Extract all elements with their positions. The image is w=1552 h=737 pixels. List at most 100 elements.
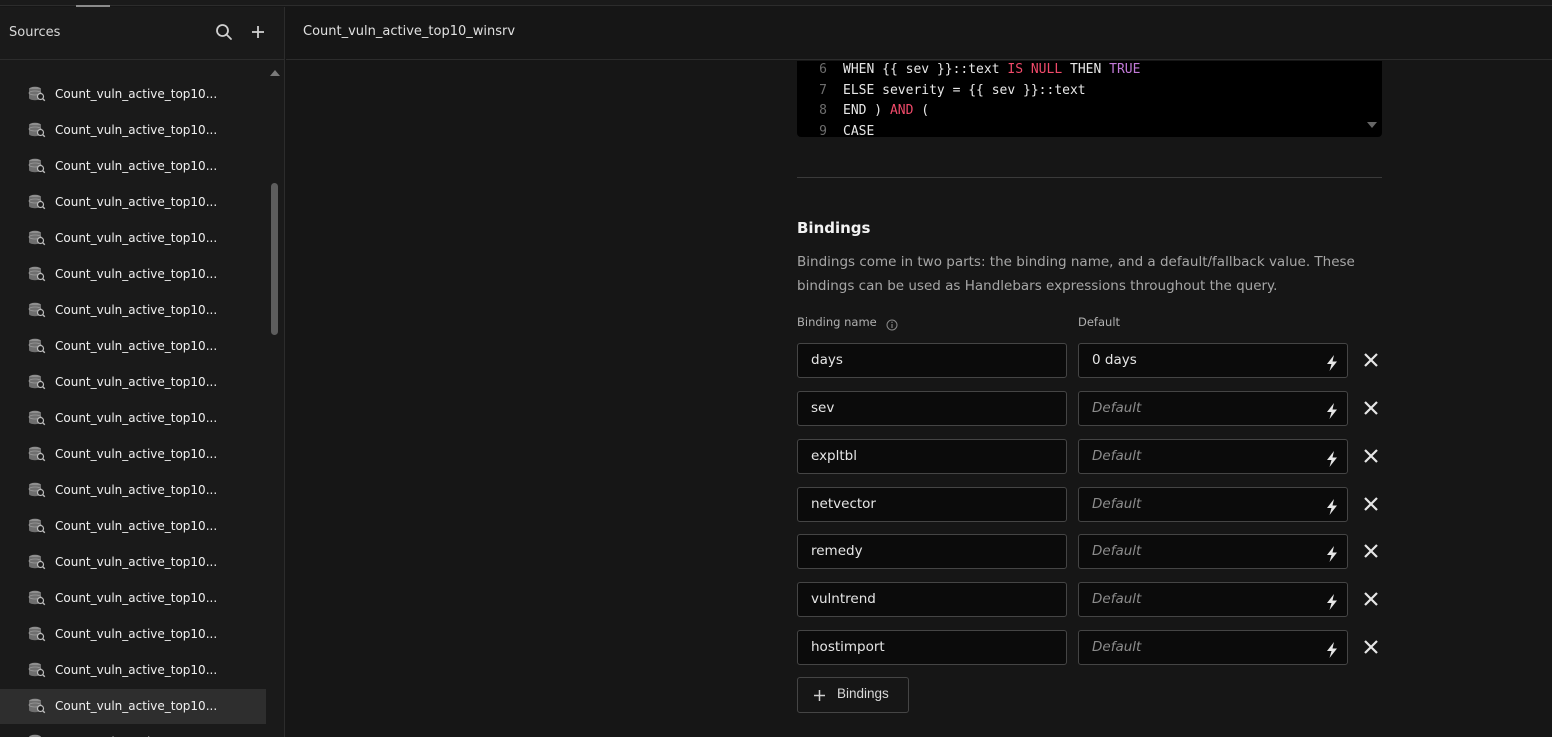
- add-binding-button[interactable]: Bindings: [797, 677, 909, 713]
- lightning-bolt-icon[interactable]: [1325, 496, 1339, 515]
- sidebar-source-item[interactable]: Count_vuln_active_top10...: [0, 185, 266, 220]
- line-number: 6: [819, 62, 827, 77]
- default-header: Default: [1078, 315, 1121, 329]
- lightning-bolt-icon[interactable]: [1325, 639, 1339, 658]
- default-placeholder: Default: [1092, 639, 1142, 655]
- source-item-label: Count_vuln_active_top10...: [55, 267, 218, 281]
- sidebar-source-item[interactable]: Count_vuln_active_top10...: [0, 581, 266, 616]
- database-search-icon: [28, 446, 46, 462]
- sidebar-source-item[interactable]: Count_vuln_active_top10...: [0, 509, 266, 544]
- scroll-up-arrow-icon[interactable]: [270, 70, 280, 76]
- code-text: CASE: [843, 123, 875, 138]
- info-icon[interactable]: [886, 316, 898, 331]
- sidebar-source-item[interactable]: Count_vuln_active_top10...: [0, 473, 266, 508]
- sidebar-source-item[interactable]: Count_vuln_active_top10...: [0, 77, 266, 112]
- editor-scroll-down-icon[interactable]: [1367, 122, 1377, 128]
- sidebar-source-item[interactable]: Count_vuln_active_top10...: [0, 329, 266, 364]
- lightning-bolt-icon[interactable]: [1325, 543, 1339, 562]
- source-item-label: Count_vuln_active_top10...: [55, 303, 218, 317]
- close-icon[interactable]: [1361, 589, 1381, 609]
- sidebar-source-item[interactable]: Count_vuln_active_top10...: [0, 365, 266, 400]
- database-search-icon: [28, 266, 46, 282]
- close-icon[interactable]: [1361, 541, 1381, 561]
- sidebar-scrollbar[interactable]: [267, 70, 281, 737]
- scrollbar-thumb[interactable]: [271, 183, 278, 335]
- default-value: 0 days: [1092, 352, 1137, 368]
- plus-icon: [813, 689, 826, 702]
- binding-name-input[interactable]: expltbl: [797, 439, 1067, 474]
- source-item-label: Count_vuln_active_top10...: [55, 663, 218, 677]
- default-placeholder: Default: [1092, 448, 1142, 464]
- database-search-icon: [28, 122, 46, 138]
- source-item-label: Count_vuln_active_top10...: [55, 483, 218, 497]
- default-placeholder: Default: [1092, 591, 1142, 607]
- binding-default-input[interactable]: Default: [1078, 534, 1348, 569]
- database-search-icon: [28, 158, 46, 174]
- lightning-bolt-icon[interactable]: [1325, 400, 1339, 419]
- close-icon[interactable]: [1361, 637, 1381, 657]
- sidebar-header: Sources: [0, 7, 285, 60]
- binding-name-input[interactable]: vulntrend: [797, 582, 1067, 617]
- sidebar-source-item[interactable]: Count_vuln_active_top10...: [0, 293, 266, 328]
- source-item-label: Count_vuln_active_top10...: [55, 411, 218, 425]
- binding-default-input[interactable]: Default: [1078, 391, 1348, 426]
- main-header: Count_vuln_active_top10_winsrv: [286, 7, 1552, 60]
- binding-default-input[interactable]: Default: [1078, 439, 1348, 474]
- source-item-label: Count_vuln_active_top10...: [55, 159, 218, 173]
- close-icon[interactable]: [1361, 398, 1381, 418]
- database-search-icon: [28, 194, 46, 210]
- source-item-label: Count_vuln_active_top10...: [55, 87, 218, 101]
- binding-name-input[interactable]: days: [797, 343, 1067, 378]
- sidebar-title: Sources: [9, 25, 61, 40]
- lightning-bolt-icon[interactable]: [1325, 352, 1339, 371]
- binding-name-input[interactable]: remedy: [797, 534, 1067, 569]
- sidebar-source-item[interactable]: Count_vuln_active_top10...: [0, 113, 266, 148]
- sidebar-source-item[interactable]: Count_vuln_active_top10...: [0, 149, 266, 184]
- bindings-title: Bindings: [797, 219, 871, 237]
- source-item-label: Count_vuln_active_top10...: [55, 699, 218, 713]
- binding-name-input[interactable]: sev: [797, 391, 1067, 426]
- sidebar-source-item[interactable]: Count_vuln_active_top10...: [0, 653, 266, 688]
- binding-name-input[interactable]: hostimport: [797, 630, 1067, 665]
- sidebar-source-item[interactable]: Count_vuln_active_top10...: [0, 437, 266, 472]
- default-placeholder: Default: [1092, 543, 1142, 559]
- database-search-icon: [28, 86, 46, 102]
- sidebar-source-item[interactable]: Count_vuln_active_top10...: [0, 689, 266, 724]
- query-editor[interactable]: 6 WHEN {{ sev }}::text IS NULL THEN TRUE 7…: [797, 61, 1382, 137]
- section-divider: [797, 177, 1382, 178]
- search-icon[interactable]: [214, 22, 234, 42]
- window-top-strip: [0, 0, 1552, 7]
- sidebar-source-item[interactable]: Count_vuln_active_top10...: [0, 545, 266, 580]
- default-placeholder: Default: [1092, 400, 1142, 416]
- source-item-label: Count_vuln_active_top10...: [55, 555, 218, 569]
- sources-sidebar: Sources Count_vuln_active_top10... Count_…: [0, 7, 285, 737]
- binding-default-input[interactable]: 0 days: [1078, 343, 1348, 378]
- close-icon[interactable]: [1361, 494, 1381, 514]
- database-search-icon: [28, 518, 46, 534]
- database-search-icon: [28, 590, 46, 606]
- database-search-icon: [28, 302, 46, 318]
- sidebar-source-item[interactable]: Count_vuln_active_top10...: [0, 221, 266, 256]
- lightning-bolt-icon[interactable]: [1325, 448, 1339, 467]
- sidebar-source-item[interactable]: Count_vuln_active_top10...: [0, 725, 266, 737]
- sidebar-source-item[interactable]: Count_vuln_active_top10...: [0, 401, 266, 436]
- database-search-icon: [28, 338, 46, 354]
- source-item-label: Count_vuln_active_top10...: [55, 447, 218, 461]
- close-icon[interactable]: [1361, 350, 1381, 370]
- plus-icon[interactable]: [248, 22, 268, 42]
- source-item-label: Count_vuln_active_top10...: [55, 591, 218, 605]
- binding-default-input[interactable]: Default: [1078, 630, 1348, 665]
- line-number: 9: [819, 123, 827, 138]
- lightning-bolt-icon[interactable]: [1325, 591, 1339, 610]
- sidebar-source-item[interactable]: Count_vuln_active_top10...: [0, 617, 266, 652]
- binding-name-input[interactable]: netvector: [797, 487, 1067, 522]
- binding-default-input[interactable]: Default: [1078, 487, 1348, 522]
- source-item-label: Count_vuln_active_top10...: [55, 195, 218, 209]
- close-icon[interactable]: [1361, 446, 1381, 466]
- binding-default-input[interactable]: Default: [1078, 582, 1348, 617]
- source-item-label: Count_vuln_active_top10...: [55, 627, 218, 641]
- line-number: 7: [819, 82, 827, 98]
- database-search-icon: [28, 662, 46, 678]
- source-item-label: Count_vuln_active_top10...: [55, 123, 218, 137]
- sidebar-source-item[interactable]: Count_vuln_active_top10...: [0, 257, 266, 292]
